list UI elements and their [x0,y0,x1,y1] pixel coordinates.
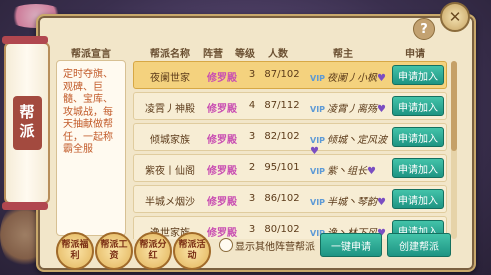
leader-name: 半城丶琴韵 [327,197,378,208]
leader-name: 夜阑丿小枫 [327,73,378,84]
guild-camp: 修罗殿 [207,135,237,146]
apply-join-button[interactable]: 申请加入 [392,127,444,147]
leader-name: 紫丶组长 [327,166,368,177]
guild-level: 3 [248,224,256,235]
guild-row[interactable]: 半城メ烟沙 修罗殿 3 86/102 VIP 半城丶琴韵♥ 申请加入 [133,185,447,213]
heart-icon: ♥ [377,197,386,208]
guild-camp: 修罗殿 [207,166,237,177]
guild-member-count: 82/102 [264,131,300,142]
guild-tab[interactable]: 帮派 [2,36,50,210]
create-guild-button[interactable]: 创建帮派 [387,233,451,257]
guild-tab-label: 帮派 [12,96,42,150]
guild-name: 倾城家族 [150,135,190,146]
guild-level: 2 [248,162,256,173]
scrollbar-thumb[interactable] [451,61,457,151]
close-button[interactable]: ✕ [440,2,470,32]
header-level: 等级 [235,49,255,60]
guild-camp: 修罗殿 [207,197,237,208]
guild-name: 紫夜丨仙阁 [145,166,195,177]
guild-name: 半城メ烟沙 [145,197,195,208]
guild-welfare-button[interactable]: 帮派福利 [56,232,94,270]
scroll-cap-top [2,36,48,44]
heart-icon: ♥ [367,166,376,177]
apply-join-button[interactable]: 申请加入 [392,189,444,209]
apply-join-button[interactable]: 申请加入 [392,96,444,116]
leader-name: 倾城丶定风波 [327,135,388,146]
guild-camp: 修罗殿 [207,104,237,115]
one-click-apply-button[interactable]: 一键申请 [320,233,382,257]
header-apply: 申请 [405,49,425,60]
guild-member-count: 86/102 [264,193,300,204]
leader-name: 凌霄丿离殇 [327,104,378,115]
show-other-camps-label: 显示其他阵营帮派 [235,242,315,253]
guild-level: 3 [248,193,256,204]
vip-badge: VIP [310,74,326,83]
guild-member-count: 87/102 [264,69,300,80]
slogan-text: 定时夺旗、观碑、巨髓、宝库、攻城战，每天抽献做帮任，一起称霸全服 [56,60,126,236]
slogan-title: 帮派宣言 [71,49,111,60]
apply-join-button[interactable]: 申请加入 [392,65,444,85]
vip-badge: VIP [310,167,326,176]
guild-dividend-button[interactable]: 帮派分红 [134,232,172,270]
guild-leader: VIP 紫丶组长♥ [310,162,390,177]
guild-member-count: 87/112 [264,100,300,111]
guild-leader: VIP 半城丶琴韵♥ [310,193,390,208]
guild-camp: 修罗殿 [207,228,237,239]
guild-row[interactable]: 倾城家族 修罗殿 3 82/102 VIP 倾城丶定风波♥ 申请加入 [133,123,447,157]
guild-leader: VIP 夜阑丿小枫♥ [310,69,390,84]
guild-leader: VIP 凌霄丿离殇♥ [310,100,390,115]
help-button[interactable]: ? [413,18,435,40]
guild-name: 夜阑世家 [150,73,190,84]
guild-level: 4 [248,100,256,111]
apply-join-button[interactable]: 申请加入 [392,158,444,178]
guild-name: 凌霄丿神殿 [145,104,195,115]
guild-camp: 修罗殿 [207,73,237,84]
guild-row[interactable]: 凌霄丿神殿 修罗殿 4 87/112 VIP 凌霄丿离殇♥ 申请加入 [133,92,447,120]
guild-salary-button[interactable]: 帮派工资 [95,232,133,270]
heart-icon: ♥ [377,73,386,84]
list-scrollbar[interactable] [451,61,457,239]
header-count: 人数 [268,49,288,60]
guild-table: 夜阑世家 修罗殿 3 87/102 VIP 夜阑丿小枫♥ 申请加入 凌霄丿神殿 修… [133,61,447,239]
guild-row[interactable]: 紫夜丨仙阁 修罗殿 2 95/101 VIP 紫丶组长♥ 申请加入 [133,154,447,182]
vip-badge: VIP [310,198,326,207]
guild-member-count: 80/102 [264,224,300,235]
show-other-camps-checkbox[interactable] [219,238,233,252]
vip-badge: VIP [310,105,326,114]
header-camp: 阵营 [203,49,223,60]
guild-member-count: 95/101 [264,162,300,173]
header-name: 帮派名称 [150,49,190,60]
vip-badge: VIP [310,136,326,145]
scroll-cap-bottom [2,202,48,210]
header-leader: 帮主 [333,49,353,60]
guild-row[interactable]: 夜阑世家 修罗殿 3 87/102 VIP 夜阑丿小枫♥ 申请加入 [133,61,447,89]
guild-level: 3 [248,131,256,142]
guild-activity-button[interactable]: 帮派活动 [173,232,211,270]
heart-icon: ♥ [377,104,386,115]
guild-level: 3 [248,69,256,80]
